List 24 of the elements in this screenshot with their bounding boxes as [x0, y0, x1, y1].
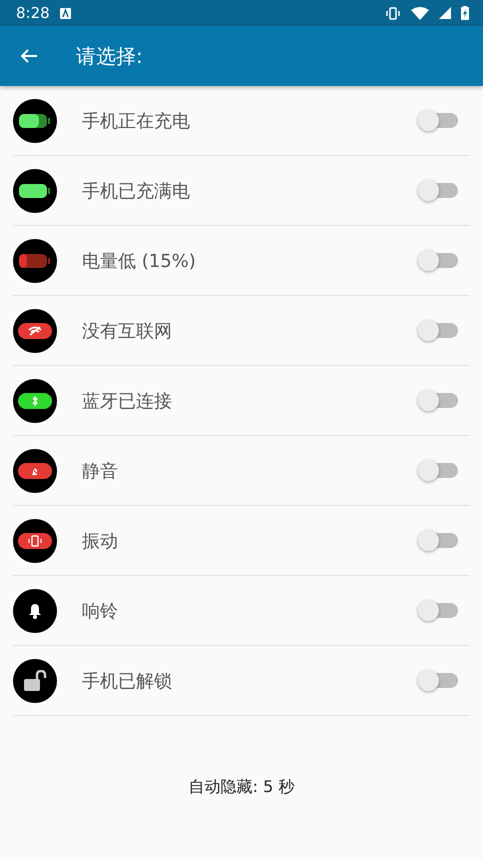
option-label: 电量低 (15%) [82, 250, 197, 272]
option-label: 振动 [82, 530, 119, 552]
back-arrow-icon[interactable] [20, 48, 38, 64]
option-label: 手机正在充电 [82, 110, 191, 132]
option-label: 手机已充满电 [82, 180, 191, 202]
notification-icon [60, 8, 71, 18]
screen-title: 请选择: [76, 42, 143, 70]
option-label: 静音 [82, 460, 119, 482]
option-label: 蓝牙已连接 [82, 390, 173, 412]
status-icon [18, 392, 52, 410]
status-icon [18, 462, 52, 480]
battery-charging-icon [461, 6, 469, 20]
unlocked-padlock-icon [23, 670, 47, 692]
status-time: 8:28 [16, 4, 50, 22]
vibrate-icon [385, 6, 401, 20]
wifi-icon [411, 6, 429, 20]
status-icon [18, 322, 52, 340]
bell-icon [28, 602, 42, 618]
option-label: 手机已解锁 [82, 670, 173, 692]
signal-icon [439, 7, 451, 19]
option-label: 没有互联网 [82, 320, 173, 342]
auto-hide-text: 自动隐藏: 5 秒 [188, 777, 294, 798]
status-icon [18, 532, 52, 550]
option-label: 响铃 [82, 600, 119, 622]
